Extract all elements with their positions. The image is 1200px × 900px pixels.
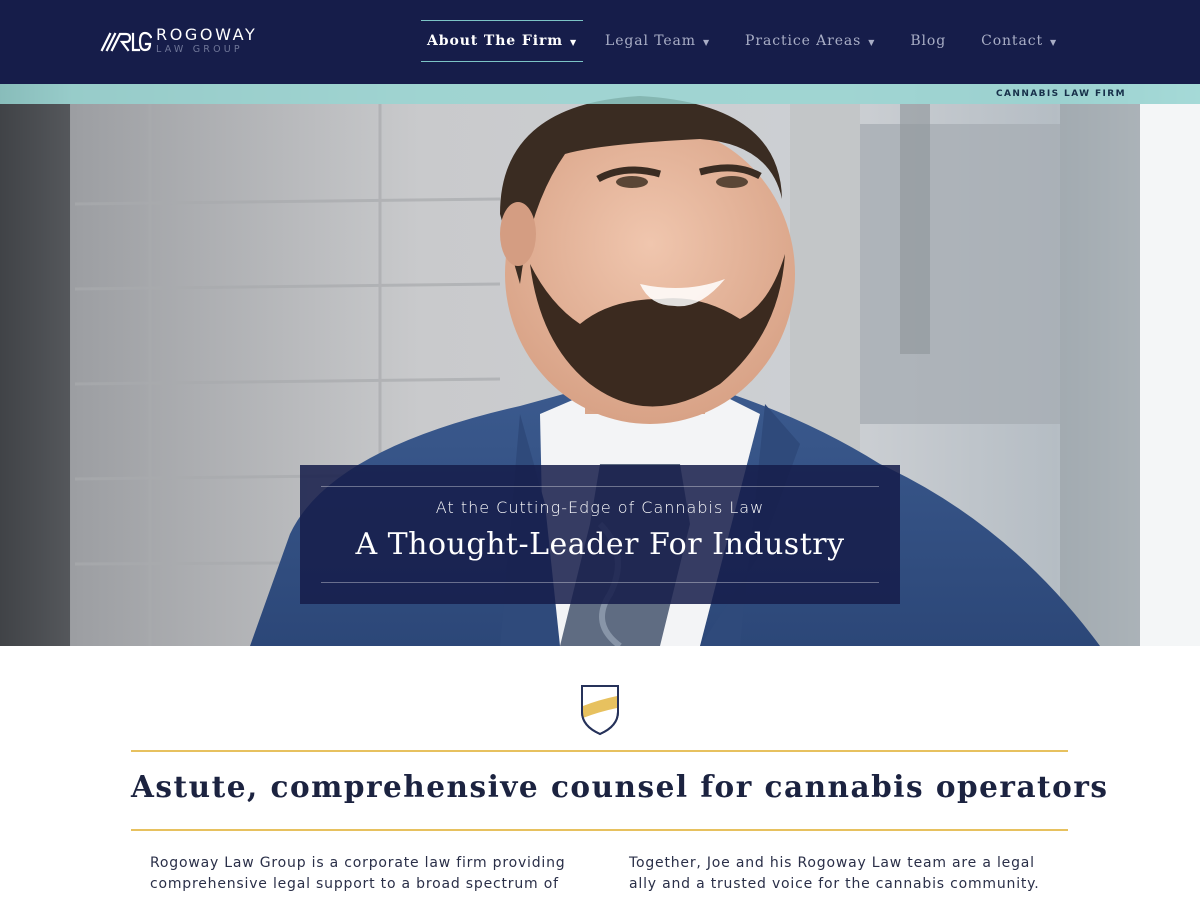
chevron-down-icon: ▼ xyxy=(1049,37,1058,47)
category-strip: CANNABIS LAW FIRM xyxy=(0,84,1200,104)
nav-label-contact: Contact xyxy=(981,33,1043,49)
caption-divider-bottom xyxy=(321,582,879,583)
caption-divider-top xyxy=(321,486,879,487)
nav-contact[interactable]: Contact ▼ xyxy=(981,20,1057,62)
nav-about-the-firm[interactable]: About The Firm ▼ xyxy=(421,20,583,62)
intro-paragraph-right: Together, Joe and his Rogoway Law team a… xyxy=(629,855,1040,892)
chevron-down-icon: ▼ xyxy=(702,37,711,47)
site-logo[interactable]: ROGOWAY LAW GROUP xyxy=(100,26,257,56)
hero-kicker: At the Cutting-Edge of Cannabis Law xyxy=(435,498,765,517)
nav-label-about-the-firm: About The Firm xyxy=(427,33,563,49)
hero-banner: CANNABIS LAW FIRM At the Cutting-Edge of… xyxy=(0,84,1200,646)
category-label: CANNABIS LAW FIRM xyxy=(996,89,1126,99)
nav-label-blog: Blog xyxy=(910,33,947,49)
nav-practice-areas[interactable]: Practice Areas ▼ xyxy=(745,20,875,62)
hero-title: A Thought-Leader For Industry xyxy=(355,527,845,562)
brand-name: ROGOWAY xyxy=(156,25,258,45)
shield-icon xyxy=(581,685,619,736)
nav-label-practice-areas: Practice Areas xyxy=(745,33,862,49)
nav-blog[interactable]: Blog xyxy=(910,20,946,62)
heading-rule-bottom xyxy=(131,829,1068,831)
site-header: ROGOWAY LAW GROUP About The Firm ▼ Legal… xyxy=(0,0,1200,84)
chevron-down-icon: ▼ xyxy=(569,37,577,47)
section-heading: Astute, comprehensive counsel for cannab… xyxy=(131,769,1109,804)
nav-legal-team[interactable]: Legal Team ▼ xyxy=(605,20,710,62)
nav-label-legal-team: Legal Team xyxy=(605,33,696,49)
hero-caption-box: At the Cutting-Edge of Cannabis Law A Th… xyxy=(300,465,900,604)
heading-rule-top xyxy=(131,750,1068,752)
brand-subtitle: LAW GROUP xyxy=(156,44,243,56)
main-nav: About The Firm ▼ Legal Team ▼ Practice A… xyxy=(421,20,1057,62)
intro-paragraph-left: Rogoway Law Group is a corporate law fir… xyxy=(150,855,566,892)
rlg-monogram-icon xyxy=(100,31,152,52)
chevron-down-icon: ▼ xyxy=(868,37,876,47)
